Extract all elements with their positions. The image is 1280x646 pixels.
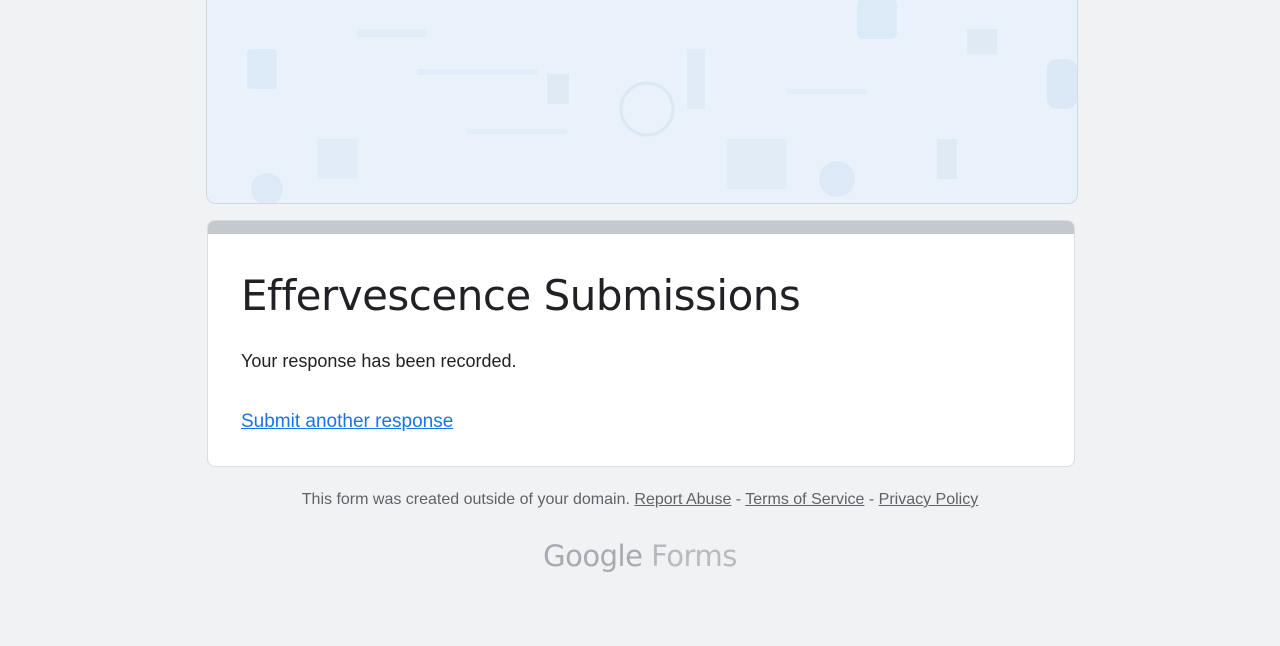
- brand-forms-text: Forms: [651, 539, 737, 573]
- form-title: Effervescence Submissions: [241, 271, 801, 320]
- confirmation-card: Effervescence Submissions Your response …: [207, 220, 1075, 467]
- form-header-image: [206, 0, 1078, 204]
- footer-notice: This form was created outside of your do…: [0, 490, 1280, 510]
- confirmation-message: Your response has been recorded.: [241, 351, 517, 371]
- footer-separator: -: [731, 491, 746, 508]
- report-abuse-link[interactable]: Report Abuse: [634, 491, 731, 508]
- submit-another-response-link[interactable]: Submit another response: [241, 410, 453, 434]
- brand-google-text: Google: [543, 539, 643, 573]
- page: Effervescence Submissions Your response …: [0, 0, 1280, 646]
- footer-domain-notice: This form was created outside of your do…: [301, 491, 630, 508]
- card-top-accent-bar: [208, 221, 1074, 234]
- privacy-policy-link[interactable]: Privacy Policy: [879, 491, 979, 508]
- terms-of-service-link[interactable]: Terms of Service: [745, 491, 864, 508]
- header-pattern-illustration: [207, 0, 1077, 203]
- footer-separator: -: [864, 491, 879, 508]
- google-forms-logo[interactable]: Google Forms: [0, 538, 1280, 574]
